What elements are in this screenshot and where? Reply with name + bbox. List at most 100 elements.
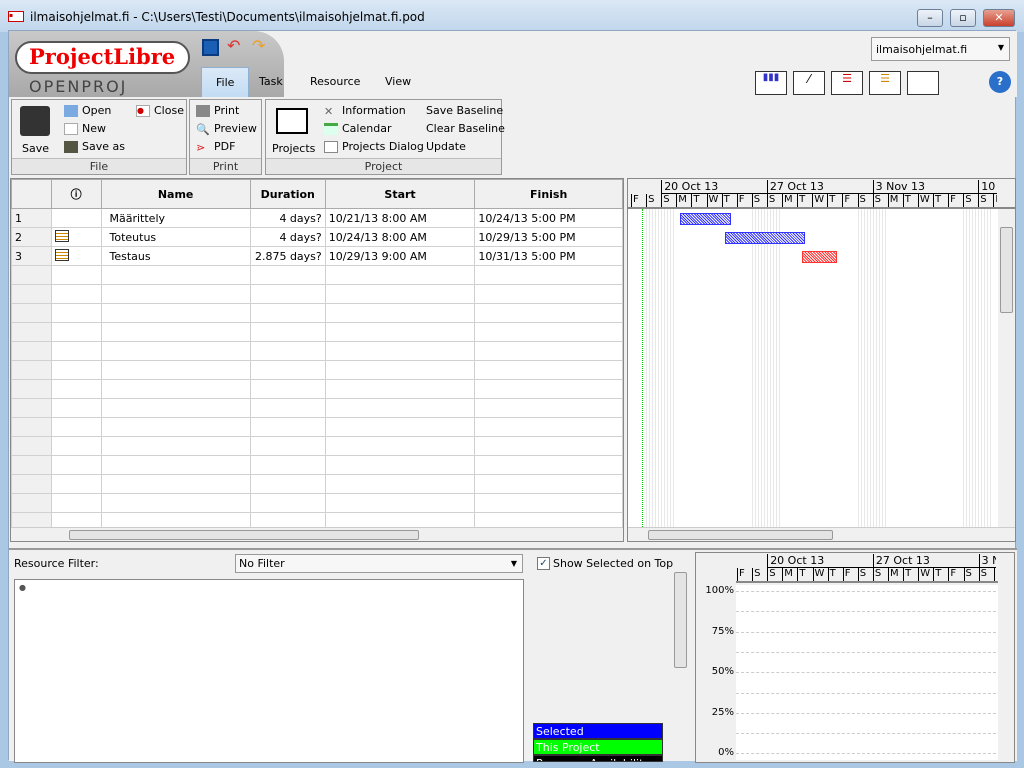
empty-cell[interactable] [324,417,476,437]
empty-cell[interactable] [249,417,326,437]
empty-cell[interactable] [249,398,326,418]
empty-cell[interactable] [474,436,623,456]
resource-filter-select[interactable]: No Filter ▼ [235,554,523,573]
show-selected-checkbox[interactable]: ✓ [537,557,550,570]
gantt-bar[interactable] [680,213,732,225]
empty-cell[interactable] [324,265,476,285]
empty-cell[interactable] [474,398,623,418]
empty-cell[interactable] [474,284,623,304]
blank-view-icon[interactable] [907,71,939,95]
table-row[interactable] [11,398,623,418]
task-icon[interactable] [50,208,102,228]
empty-cell[interactable] [324,474,476,494]
empty-cell[interactable] [324,322,476,342]
empty-cell[interactable] [50,284,102,304]
empty-cell[interactable] [474,417,623,437]
tab-task[interactable]: Task [245,67,297,97]
empty-cell[interactable] [11,398,52,418]
task-start[interactable]: 10/24/13 8:00 AM [324,227,476,247]
new-button[interactable]: New [64,122,106,135]
task-finish[interactable]: 10/31/13 5:00 PM [474,246,623,266]
empty-cell[interactable] [324,436,476,456]
empty-cell[interactable] [474,493,623,513]
task-duration[interactable]: 4 days? [249,208,326,228]
save-icon[interactable] [20,106,50,136]
empty-cell[interactable] [50,341,102,361]
empty-cell[interactable] [11,455,52,475]
empty-cell[interactable] [324,379,476,399]
column-header[interactable]: Finish [474,179,623,209]
resource-list[interactable]: ● [14,579,524,763]
empty-cell[interactable] [11,303,52,323]
empty-cell[interactable] [324,303,476,323]
empty-cell[interactable] [11,493,52,513]
empty-cell[interactable] [249,493,326,513]
task-duration[interactable]: 4 days? [249,227,326,247]
empty-cell[interactable] [50,398,102,418]
row-number[interactable]: 2 [11,227,52,247]
projects-icon[interactable] [276,108,308,134]
empty-cell[interactable] [249,284,326,304]
network-view-icon[interactable]: ⁄ [793,71,825,95]
empty-cell[interactable] [249,265,326,285]
empty-cell[interactable] [50,303,102,323]
empty-cell[interactable] [474,474,623,494]
empty-cell[interactable] [100,455,251,475]
column-header[interactable]: Name [100,179,251,209]
table-row[interactable] [11,265,623,285]
horizontal-scrollbar[interactable] [11,527,623,541]
row-number[interactable]: 3 [11,246,52,266]
task-duration[interactable]: 2.875 days? [249,246,326,266]
empty-cell[interactable] [324,398,476,418]
empty-cell[interactable] [249,379,326,399]
table-row[interactable] [11,417,623,437]
save-button[interactable]: Save [22,142,49,155]
empty-cell[interactable] [100,265,251,285]
empty-cell[interactable] [50,360,102,380]
table-row[interactable] [11,474,623,494]
task-start[interactable]: 10/21/13 8:00 AM [324,208,476,228]
gantt-horizontal-scrollbar[interactable] [628,527,1015,541]
empty-cell[interactable] [100,417,251,437]
table-row[interactable] [11,360,623,380]
tab-view[interactable]: View [371,67,425,97]
save-as-button[interactable]: Save as [64,140,125,153]
maximize-button[interactable]: ▫ [950,9,976,27]
preview-button[interactable]: 🔍 Preview [196,122,257,136]
resource-vertical-scrollbar[interactable] [674,554,688,760]
table-row[interactable] [11,284,623,304]
gantt-bar[interactable] [801,251,838,263]
calendar-button[interactable]: Calendar [324,122,391,135]
empty-cell[interactable] [50,455,102,475]
table-row[interactable]: 2 Toteutus 4 days? 10/24/13 8:00 AM 10/29/13… [11,227,623,247]
empty-cell[interactable] [100,474,251,494]
table-row[interactable] [11,455,623,475]
empty-cell[interactable] [474,303,623,323]
projects-button[interactable]: Projects [272,142,315,155]
empty-cell[interactable] [249,360,326,380]
empty-cell[interactable] [11,379,52,399]
row-number[interactable]: 1 [11,208,52,228]
empty-cell[interactable] [100,379,251,399]
empty-cell[interactable] [100,322,251,342]
table-row[interactable] [11,379,623,399]
help-icon[interactable]: ? [989,71,1011,93]
empty-cell[interactable] [324,284,476,304]
information-button[interactable]: ✕ Information [324,104,406,118]
save-baseline-button[interactable]: Save Baseline [426,104,503,117]
table-row[interactable] [11,493,623,513]
table-row[interactable]: 1 Määrittely 4 days? 10/21/13 8:00 AM 10/24/… [11,208,623,228]
empty-cell[interactable] [249,341,326,361]
column-header[interactable]: Start [324,179,476,209]
empty-cell[interactable] [324,341,476,361]
empty-cell[interactable] [100,436,251,456]
empty-cell[interactable] [11,417,52,437]
tab-resource[interactable]: Resource [296,67,374,97]
task-name[interactable]: Testaus [100,246,251,266]
task-name[interactable]: Toteutus [100,227,251,247]
save-quick-icon[interactable] [202,39,219,56]
empty-cell[interactable] [11,341,52,361]
empty-cell[interactable] [474,455,623,475]
empty-cell[interactable] [100,398,251,418]
empty-cell[interactable] [50,379,102,399]
